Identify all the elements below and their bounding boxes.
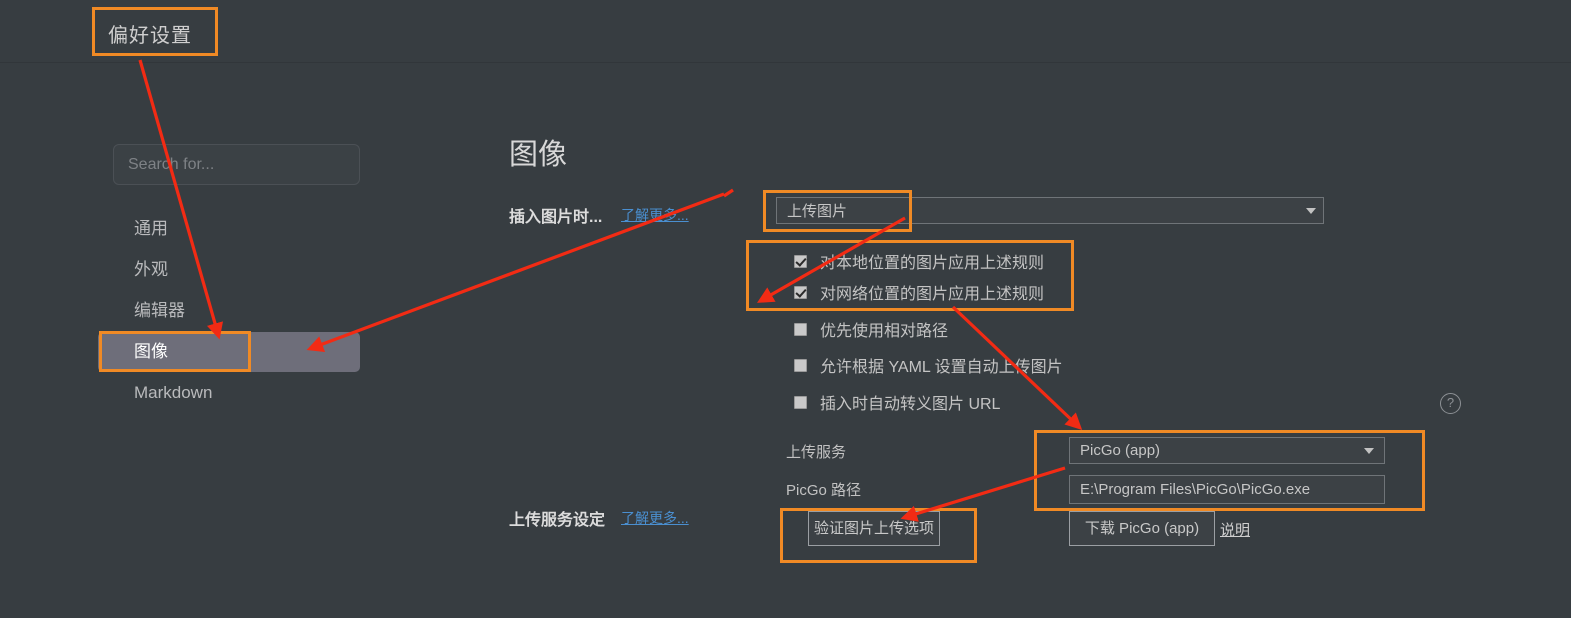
settings-main-panel: 图像 插入图片时... 了解更多... 对本地位置的图片应用上述规则 对网络位置…	[420, 63, 1571, 618]
checkbox-yaml-autoupload[interactable]	[794, 358, 807, 372]
download-picgo-button[interactable]: 下载 PicGo (app)	[1069, 511, 1215, 546]
settings-sidebar: 通用 外观 编辑器 图像 Markdown	[0, 63, 420, 618]
sidebar-item-label: 外观	[134, 260, 168, 279]
checkbox-row-prefer-relative-path[interactable]: 优先使用相对路径	[794, 317, 948, 341]
sidebar-item-label: 通用	[134, 219, 168, 238]
upload-service-learn-more-link[interactable]: 了解更多...	[621, 508, 689, 528]
help-circle-icon[interactable]: ?	[1440, 393, 1461, 414]
checkbox-label: 允许根据 YAML 设置自动上传图片	[820, 359, 1063, 376]
sidebar-item-editor[interactable]: 编辑器	[98, 291, 360, 331]
insert-image-behavior-select[interactable]	[776, 197, 1324, 224]
picgo-help-link[interactable]: 说明	[1220, 519, 1250, 540]
checkbox-prefer-relative-path[interactable]	[794, 322, 807, 336]
window-title: 偏好设置	[108, 25, 192, 47]
sidebar-item-label: 图像	[134, 342, 168, 361]
upload-service-select[interactable]	[1069, 437, 1385, 464]
sidebar-item-image[interactable]: 图像	[98, 332, 360, 372]
upload-service-section-label: 上传服务设定	[509, 512, 606, 529]
checkbox-row-network-images[interactable]: 对网络位置的图片应用上述规则	[794, 280, 1044, 304]
checkbox-row-local-images[interactable]: 对本地位置的图片应用上述规则	[794, 249, 1044, 273]
insert-image-learn-more-link[interactable]: 了解更多...	[621, 205, 689, 225]
checkbox-escape-url[interactable]	[794, 395, 807, 409]
checkbox-network-images[interactable]	[794, 285, 807, 299]
picgo-path-field-label: PicGo 路径	[786, 482, 862, 499]
page-title: 图像	[509, 139, 568, 171]
checkbox-label: 优先使用相对路径	[820, 323, 949, 340]
window-title-bar: 偏好设置	[0, 0, 1571, 63]
checkbox-row-escape-url[interactable]: 插入时自动转义图片 URL	[794, 390, 1000, 414]
checkbox-label: 对本地位置的图片应用上述规则	[820, 255, 1045, 272]
search-input[interactable]	[113, 144, 360, 185]
picgo-path-input[interactable]	[1069, 475, 1385, 504]
checkbox-row-yaml-autoupload[interactable]: 允许根据 YAML 设置自动上传图片	[794, 353, 1063, 377]
upload-service-field-label: 上传服务	[786, 444, 847, 461]
sidebar-item-appearance[interactable]: 外观	[98, 250, 360, 290]
insert-image-section-label: 插入图片时...	[509, 209, 603, 226]
sidebar-item-label: Markdown	[134, 383, 213, 402]
checkbox-local-images[interactable]	[794, 254, 807, 268]
sidebar-item-label: 编辑器	[134, 301, 185, 320]
validate-upload-options-button[interactable]: 验证图片上传选项	[808, 511, 940, 546]
checkbox-label: 对网络位置的图片应用上述规则	[820, 286, 1045, 303]
sidebar-item-general[interactable]: 通用	[98, 209, 360, 249]
sidebar-item-markdown[interactable]: Markdown	[98, 373, 360, 413]
checkbox-label: 插入时自动转义图片 URL	[820, 396, 1001, 413]
